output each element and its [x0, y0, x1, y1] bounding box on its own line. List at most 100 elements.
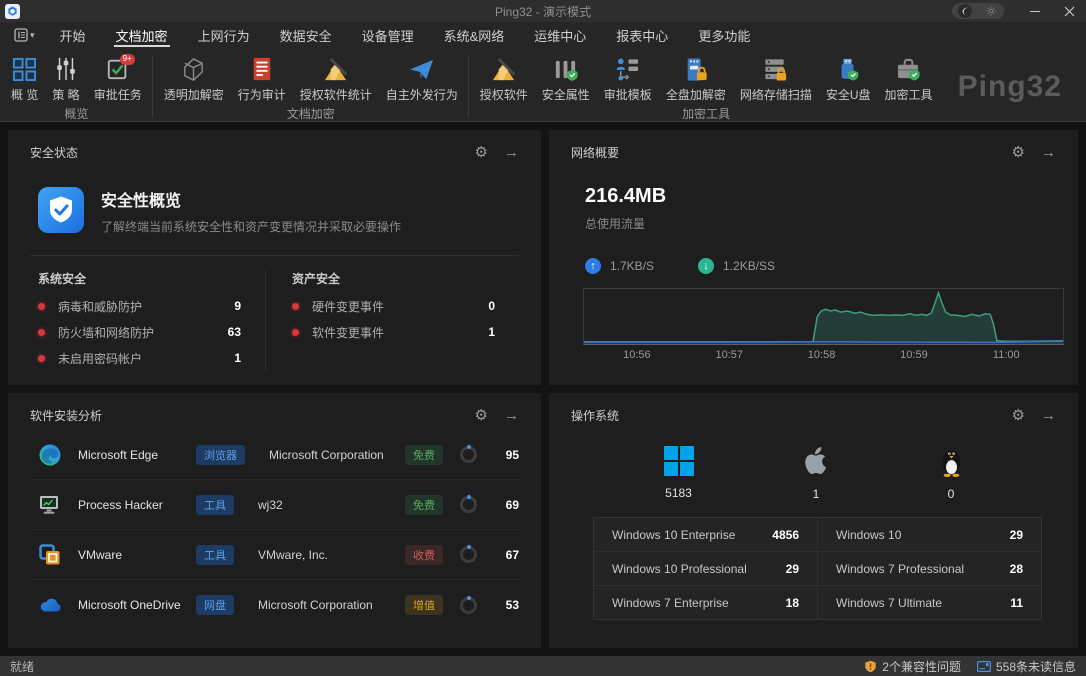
ribbon-button-transparent-encryption[interactable]: 透明加解密 [157, 54, 231, 105]
list-item[interactable]: 未启用密码帐户 1 [38, 345, 265, 371]
gear-icon[interactable]: ⚙ [1012, 145, 1025, 160]
ssd-lock-icon [683, 56, 709, 82]
price-badge: 收费 [405, 545, 443, 565]
ribbon-button-encryption-tools[interactable]: 加密工具 [878, 54, 940, 105]
os-version-table: Windows 10 Enterprise4856 Windows 1029 W… [593, 517, 1042, 620]
panel-title: 网络概要 [571, 144, 619, 161]
main-menu-button[interactable]: ▾ [4, 22, 45, 48]
ribbon-button-self-outgoing-behavior[interactable]: 自主外发行为 [379, 54, 465, 105]
ribbon-button-behavior-audit[interactable]: 行为审计 [231, 54, 293, 105]
ribbon-button-policy[interactable]: 策 略 [45, 54, 86, 105]
sun-icon[interactable] [984, 4, 998, 18]
list-item[interactable]: 防火墙和网络防护 63 [38, 319, 265, 345]
list-item[interactable]: 病毒和威胁防护 9 [38, 293, 265, 319]
tab-ops-center[interactable]: 运维中心 [519, 22, 601, 48]
process-hacker-icon [38, 493, 62, 517]
software-row[interactable]: Microsoft Edge 浏览器 Microsoft Corporation… [30, 430, 519, 480]
security-shield-icon [38, 187, 84, 233]
ribbon-button-authorized-software[interactable]: 授权软件 [473, 54, 535, 105]
red-dot-icon [292, 329, 299, 336]
arrow-right-icon[interactable]: → [504, 408, 519, 423]
ruler-pen-icon [491, 56, 517, 82]
ribbon-button-secure-usb[interactable]: 安全U盘 [819, 54, 878, 105]
score-ring-icon [460, 597, 477, 614]
list-item[interactable]: 硬件变更事件 0 [292, 293, 519, 319]
download-arrow-icon: ↓ [698, 258, 714, 274]
titlebar: Ping32 - 演示模式 [0, 0, 1086, 22]
arrow-right-icon[interactable]: → [1041, 408, 1056, 423]
arrow-right-icon[interactable]: → [1041, 145, 1056, 160]
minimize-button[interactable] [1018, 0, 1052, 22]
table-row[interactable]: Windows 10 Enterprise4856 Windows 1029 [594, 518, 1041, 552]
list-item[interactable]: 软件变更事件 1 [292, 319, 519, 345]
price-badge: 免费 [405, 445, 443, 465]
windows-platform: 5183 [664, 446, 694, 501]
app-logo-icon [5, 4, 20, 19]
upload-speed: ↑ 1.7KB/S [585, 258, 654, 274]
onedrive-icon [38, 593, 62, 617]
os-panel: 操作系统 ⚙ → 5183 1 [549, 393, 1078, 648]
tab-report-center[interactable]: 报表中心 [601, 22, 683, 48]
ribbon-button-network-storage-scan[interactable]: 网络存储扫描 [733, 54, 819, 105]
ribbon-button-security-attributes[interactable]: 安全属性 [535, 54, 597, 105]
theme-toggle[interactable] [952, 3, 1004, 19]
usb-shield-icon [835, 56, 861, 82]
cube-icon [181, 56, 207, 82]
linux-penguin-icon [939, 446, 964, 477]
category-badge: 工具 [196, 545, 234, 565]
table-row[interactable]: Windows 10 Professional29 Windows 7 Prof… [594, 552, 1041, 586]
tab-start[interactable]: 开始 [45, 22, 101, 48]
tab-system-network[interactable]: 系统&网络 [429, 22, 520, 48]
apple-icon [803, 446, 830, 477]
panel-title: 软件安装分析 [30, 407, 102, 424]
flowchart-icon [615, 56, 641, 82]
table-row[interactable]: Windows 7 Enterprise18 Windows 7 Ultimat… [594, 586, 1041, 619]
ribbon-button-overview[interactable]: 概 览 [4, 54, 45, 105]
tab-document-encryption[interactable]: 文档加密 [101, 22, 183, 48]
category-badge: 工具 [196, 495, 234, 515]
ribbon-group-document-encryption: 透明加解密 行为审计 授权软件统计 自主外发行为 文档加密 [153, 48, 469, 121]
apple-platform: 1 [803, 446, 830, 501]
close-button[interactable] [1052, 0, 1086, 22]
upload-arrow-icon: ↑ [585, 258, 601, 274]
ribbon-group-encryption-tools: 授权软件 安全属性 审批模板 全盘加解密 [469, 48, 944, 121]
x-tick-label: 10:58 [808, 349, 836, 361]
gear-icon[interactable]: ⚙ [475, 408, 488, 423]
compatibility-issues[interactable]: 2个兼容性问题 [864, 658, 961, 675]
paper-plane-icon [409, 56, 435, 82]
tab-device-management[interactable]: 设备管理 [347, 22, 429, 48]
status-ready: 就绪 [10, 658, 34, 675]
score-ring-icon [460, 446, 477, 463]
software-row[interactable]: VMware 工具 VMware, Inc. 收费 67 [30, 530, 519, 580]
tab-internet-behavior[interactable]: 上网行为 [183, 22, 265, 48]
window-title: Ping32 - 演示模式 [0, 3, 1086, 20]
tab-data-security[interactable]: 数据安全 [265, 22, 347, 48]
ribbon-button-approval-template[interactable]: 审批模板 [597, 54, 659, 105]
x-tick-label: 11:00 [993, 349, 1020, 361]
linux-count: 0 [948, 487, 955, 501]
panel-title: 安全状态 [30, 144, 78, 161]
red-dot-icon [292, 303, 299, 310]
windows-icon [664, 446, 694, 476]
arrow-right-icon[interactable]: → [504, 145, 519, 160]
score-ring-icon [460, 546, 477, 563]
apple-count: 1 [813, 487, 820, 501]
gear-icon[interactable]: ⚙ [1012, 408, 1025, 423]
tab-more-features[interactable]: 更多功能 [683, 22, 765, 48]
section-title: 系统安全 [38, 270, 265, 287]
software-row[interactable]: Process Hacker 工具 wj32 免费 69 [30, 480, 519, 530]
ribbon-button-authorized-software-stats[interactable]: 授权软件统计 [293, 54, 379, 105]
software-row[interactable]: Microsoft OneDrive 网盘 Microsoft Corporat… [30, 580, 519, 630]
edge-icon [38, 443, 62, 467]
linux-platform: 0 [939, 446, 964, 501]
category-badge: 网盘 [196, 595, 234, 615]
audit-list-icon [249, 56, 275, 82]
ribbon-button-approval-tasks[interactable]: 9+ 审批任务 [87, 54, 149, 105]
unread-messages[interactable]: 558条未读信息 [977, 658, 1076, 675]
ribbon-button-full-disk-encryption[interactable]: 全盘加解密 [659, 54, 733, 105]
gear-icon[interactable]: ⚙ [475, 145, 488, 160]
menu-tabbar: ▾ 开始 文档加密 上网行为 数据安全 设备管理 系统&网络 运维中心 报表中心… [0, 22, 1086, 48]
red-dot-icon [38, 329, 45, 336]
ribbon: 概 览 策 略 9+ 审批任务 概览 [0, 48, 1086, 122]
moon-icon[interactable] [958, 4, 972, 18]
